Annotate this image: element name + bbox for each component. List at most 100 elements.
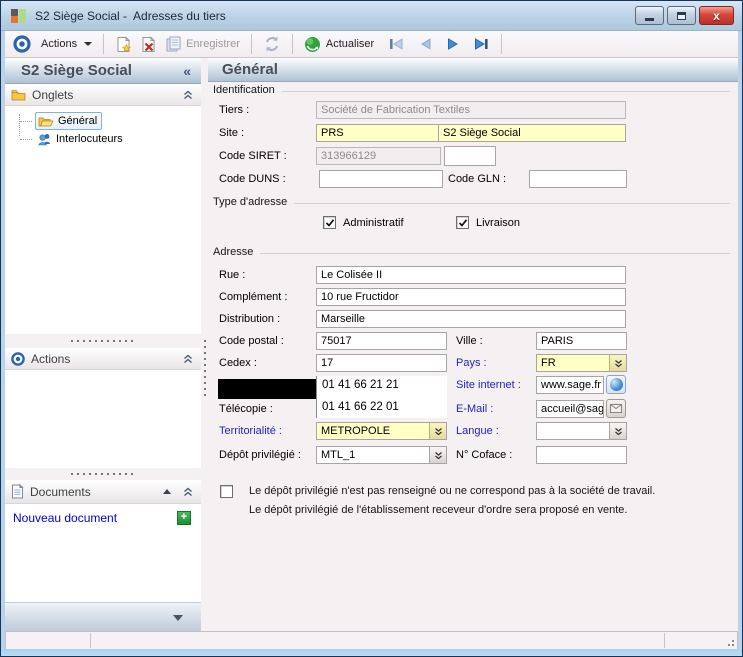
actions-panel: Actions bbox=[5, 348, 201, 468]
distribution-label: Distribution : bbox=[219, 313, 280, 325]
onglets-panel-header[interactable]: Onglets bbox=[5, 84, 201, 106]
refresh-globe-icon bbox=[304, 36, 321, 53]
maximize-button[interactable] bbox=[667, 6, 696, 25]
depot-warning-checkbox[interactable] bbox=[220, 485, 233, 498]
collapse-chevrons-icon[interactable] bbox=[183, 354, 193, 364]
distribution-field[interactable]: Marseille bbox=[316, 310, 626, 328]
livraison-checkbox[interactable] bbox=[456, 216, 469, 229]
dropdown-chevrons-icon[interactable] bbox=[429, 423, 446, 439]
code-siret-label: Code SIRET : bbox=[219, 150, 287, 162]
documents-panel: Documents Nouveau document + bbox=[5, 480, 201, 602]
territorialite-combo[interactable]: METROPOLE bbox=[316, 422, 447, 440]
code-gln-field[interactable] bbox=[529, 170, 627, 188]
code-postal-field[interactable]: 75017 bbox=[316, 332, 447, 350]
app-logo-icon bbox=[11, 8, 27, 24]
window-title: S2 Siège Social - Adresses du tiers bbox=[35, 9, 635, 23]
save-button[interactable]: Enregistrer bbox=[161, 33, 244, 56]
tiers-field: Société de Fabrication Textiles bbox=[316, 101, 626, 119]
general-form: Identification Tiers : Société de Fabric… bbox=[208, 82, 738, 631]
nav-previous-icon[interactable] bbox=[413, 33, 437, 56]
depot-privilegie-label: Dépôt privilégié : bbox=[219, 449, 301, 461]
documents-panel-header[interactable]: Documents bbox=[5, 480, 201, 504]
sidebar-collapse-icon[interactable]: « bbox=[183, 63, 191, 79]
sidebar-item-general[interactable]: Général bbox=[17, 112, 201, 130]
actions-panel-header[interactable]: Actions bbox=[5, 348, 201, 370]
dropdown-chevrons-icon[interactable] bbox=[609, 423, 626, 439]
sidebar-resize-handle[interactable] bbox=[201, 58, 208, 631]
complement-field[interactable]: 10 rue Fructidor bbox=[316, 288, 626, 306]
identification-group-title: Identification bbox=[213, 84, 275, 96]
cedex-field[interactable]: 17 bbox=[316, 354, 447, 372]
ville-field[interactable]: PARIS bbox=[536, 332, 627, 350]
sidebar-item-interlocuteurs[interactable]: Interlocuteurs bbox=[17, 130, 201, 148]
code-duns-label: Code DUNS : bbox=[219, 173, 286, 185]
status-bar bbox=[5, 631, 738, 649]
dropdown-chevrons-icon[interactable] bbox=[429, 447, 446, 463]
email-label[interactable]: E-Mail : bbox=[456, 403, 493, 415]
collapse-chevrons-icon[interactable] bbox=[183, 90, 193, 100]
depot-warning-line1: Le dépôt privilégié n'est pas renseigné … bbox=[249, 485, 655, 497]
resize-grip[interactable] bbox=[725, 637, 735, 647]
save-icon bbox=[165, 36, 181, 52]
panel-splitter[interactable] bbox=[5, 334, 201, 348]
telecopie-field[interactable]: 01 41 66 22 01 bbox=[322, 401, 399, 413]
nav-last-icon[interactable] bbox=[469, 33, 494, 56]
minimize-icon bbox=[645, 18, 654, 21]
new-document-icon bbox=[115, 36, 132, 53]
sidebar-title: S2 Siège Social bbox=[21, 62, 183, 79]
site-internet-label[interactable]: Site internet : bbox=[456, 379, 521, 391]
code-postal-label: Code postal : bbox=[219, 335, 284, 347]
dropdown-chevrons-icon[interactable] bbox=[609, 355, 626, 371]
actualiser-button[interactable]: Actualiser bbox=[300, 33, 378, 56]
actualiser-label: Actualiser bbox=[326, 38, 374, 50]
email-field[interactable]: accueil@sag bbox=[536, 400, 604, 418]
langue-combo[interactable] bbox=[536, 422, 627, 440]
new-record-button[interactable] bbox=[111, 33, 136, 56]
sidebar-header: S2 Siège Social « bbox=[5, 58, 201, 84]
type-adresse-group-header: Type d'adresse bbox=[213, 196, 730, 208]
actions-menu-button[interactable]: Actions bbox=[37, 33, 96, 56]
langue-label[interactable]: Langue : bbox=[456, 425, 499, 437]
add-document-button[interactable]: + bbox=[177, 511, 191, 525]
document-icon bbox=[11, 484, 24, 499]
rue-field[interactable]: Le Colisée II bbox=[316, 266, 626, 284]
site-code-field[interactable]: PRS bbox=[316, 124, 439, 142]
pays-combo[interactable]: FR bbox=[536, 354, 627, 372]
collapse-chevrons-icon[interactable] bbox=[183, 487, 193, 497]
chevron-down-icon bbox=[84, 42, 92, 46]
administratif-checkbox[interactable] bbox=[323, 216, 336, 229]
code-siret-extra-field[interactable] bbox=[444, 146, 496, 166]
coface-label: N° Coface : bbox=[456, 449, 512, 461]
site-label: Site : bbox=[219, 127, 244, 139]
minimize-button[interactable] bbox=[635, 6, 664, 25]
delete-record-button[interactable] bbox=[136, 33, 161, 56]
documents-panel-title: Documents bbox=[30, 485, 157, 499]
code-duns-field[interactable] bbox=[319, 170, 443, 188]
arrow-up-icon[interactable] bbox=[163, 489, 171, 494]
telephone-field[interactable]: 01 41 66 21 21 bbox=[322, 379, 399, 391]
page-title: Général bbox=[208, 58, 738, 82]
open-website-button[interactable] bbox=[606, 375, 626, 394]
delete-icon bbox=[140, 36, 157, 53]
rue-label: Rue : bbox=[219, 269, 245, 281]
site-internet-field[interactable]: www.sage.fr bbox=[536, 376, 604, 394]
refresh-button[interactable] bbox=[259, 33, 285, 56]
sidebar-overflow-bar[interactable] bbox=[5, 602, 201, 631]
sidebar: S2 Siège Social « Onglets bbox=[5, 58, 201, 631]
coface-field[interactable] bbox=[536, 446, 627, 464]
panel-splitter[interactable] bbox=[5, 468, 201, 480]
territorialite-label[interactable]: Territorialité : bbox=[219, 425, 282, 437]
check-icon bbox=[458, 218, 468, 228]
nav-first-icon[interactable] bbox=[384, 33, 409, 56]
nouveau-document-link[interactable]: Nouveau document bbox=[13, 511, 177, 525]
send-email-button[interactable] bbox=[606, 399, 626, 418]
site-name-field[interactable]: S2 Siège Social bbox=[438, 124, 626, 142]
close-button[interactable]: x bbox=[699, 6, 734, 25]
tiers-label: Tiers : bbox=[219, 104, 249, 116]
adresse-group-title: Adresse bbox=[213, 246, 253, 258]
folder-open-icon bbox=[38, 115, 54, 127]
nav-next-icon[interactable] bbox=[441, 33, 465, 56]
onglets-panel: Onglets Général bbox=[5, 84, 201, 334]
pays-label[interactable]: Pays : bbox=[456, 357, 487, 369]
depot-privilegie-combo[interactable]: MTL_1 bbox=[316, 446, 447, 464]
